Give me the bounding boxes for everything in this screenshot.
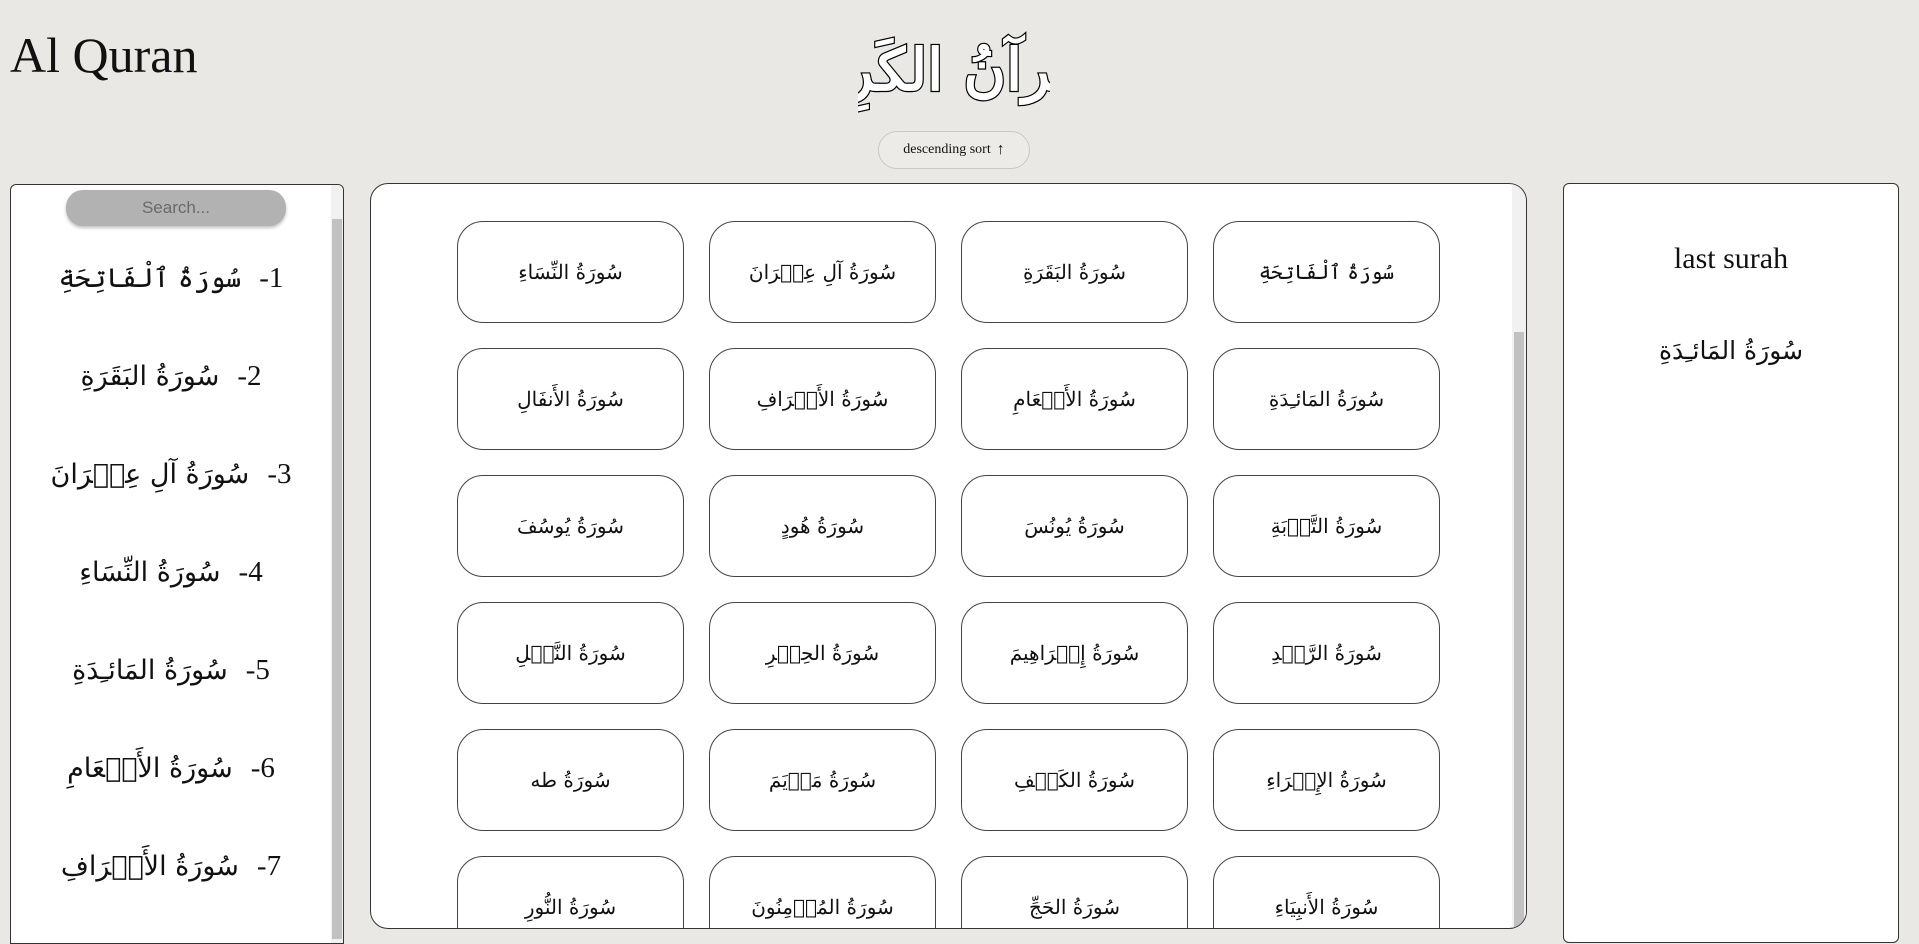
sidebar-surah-number: 3- [267,457,292,490]
surah-card[interactable]: سُورَةُ آلِ عِمۡرَانَ [709,221,936,323]
surah-card[interactable]: سُورَةُ الأَعۡرَافِ [709,348,936,450]
sidebar-scrollbar[interactable] [331,185,343,943]
sidebar-surah-name: سُورَةُ ٱلْفَاتِحَةِ [58,262,242,294]
app-title: Al Quran [10,27,198,83]
surah-card[interactable]: سُورَةُ يُوسُفَ [457,475,684,577]
arrow-up-icon: ↑ [996,141,1005,158]
surah-sidebar: سُورَةُ ٱلْفَاتِحَةِ 1- سُورَةُ البَقَرَةِ… [10,184,344,944]
surah-card[interactable]: سُورَةُ النُّورِ [457,856,684,928]
sidebar-surah-number: 1- [259,261,284,294]
logo-text: القُرآنُ الكَرِيم [858,33,1050,114]
search-input[interactable] [66,190,286,226]
surah-card[interactable]: سُورَةُ البَقَرَةِ [961,221,1188,323]
surah-card[interactable]: سُورَةُ الكَهۡفِ [961,729,1188,831]
surah-card[interactable]: سُورَةُ ٱلْفَاتِحَةِ [1213,221,1440,323]
sidebar-surah-name: سُورَةُ آلِ عِمۡرَانَ [50,458,250,490]
sidebar-scrollbar-thumb[interactable] [332,219,342,939]
sidebar-surah-list: سُورَةُ ٱلْفَاتِحَةِ 1- سُورَةُ البَقَرَةِ… [11,229,331,915]
main-scrollbar[interactable] [1512,184,1526,928]
surah-card[interactable]: سُورَةُ مَرۡيَمَ [709,729,936,831]
surah-grid: سُورَةُ ٱلْفَاتِحَةِ سُورَةُ البَقَرَةِ سُ… [457,221,1440,928]
sort-button[interactable]: descending sort ↑ [878,131,1030,169]
surah-card[interactable]: سُورَةُ الحَجِّ [961,856,1188,928]
surah-card[interactable]: سُورَةُ إِبۡرَاهِيمَ [961,602,1188,704]
sidebar-surah-name: سُورَةُ النِّسَاءِ [79,556,221,588]
quran-calligraphy-logo: القُرآنُ الكَرِيم [858,32,1050,116]
sidebar-surah-item[interactable]: سُورَةُ المَائـِدَةِ 5- [11,621,331,719]
sidebar-surah-number: 4- [238,555,263,588]
surah-card[interactable]: سُورَةُ النَّحۡلِ [457,602,684,704]
sidebar-surah-item[interactable]: سُورَةُ ٱلْفَاتِحَةِ 1- [11,229,331,327]
last-surah-panel: last surah سُورَةُ المَائـِدَةِ [1563,183,1899,943]
sort-button-label: descending sort [903,142,991,157]
sidebar-surah-name: سُورَةُ المَائـِدَةِ [72,654,228,686]
surah-card[interactable]: سُورَةُ طه [457,729,684,831]
last-surah-name[interactable]: سُورَةُ المَائـِدَةِ [1564,336,1898,365]
surah-card[interactable]: سُورَةُ المُؤۡمِنُونَ [709,856,936,928]
surah-card[interactable]: سُورَةُ النِّسَاءِ [457,221,684,323]
surah-card[interactable]: سُورَةُ الأَنبِيَاءِ [1213,856,1440,928]
sidebar-surah-number: 7- [256,849,282,882]
surah-card[interactable]: سُورَةُ الرَّعۡدِ [1213,602,1440,704]
sidebar-surah-name: سُورَةُ الأَعۡرَافِ [60,850,239,882]
sidebar-surah-item[interactable]: سُورَةُ آلِ عِمۡرَانَ 3- [11,425,331,523]
sidebar-surah-name: سُورَةُ البَقَرَةِ [80,360,220,392]
last-surah-label: last surah [1673,242,1789,275]
sidebar-surah-number: 6- [250,751,275,784]
sidebar-surah-item[interactable]: سُورَةُ الأَنۡعَامِ 6- [11,719,331,817]
sidebar-surah-item[interactable]: سُورَةُ النِّسَاءِ 4- [11,523,331,621]
surah-card[interactable]: سُورَةُ الحِجۡرِ [709,602,936,704]
surah-card[interactable]: سُورَةُ الإِسۡرَاءِ [1213,729,1440,831]
surah-card[interactable]: سُورَةُ الأَنۡعَامِ [961,348,1188,450]
sidebar-surah-item[interactable]: سُورَةُ الأَعۡرَافِ 7- [11,817,331,915]
surah-card[interactable]: سُورَةُ المَائـِدَةِ [1213,348,1440,450]
sidebar-surah-item[interactable]: سُورَةُ البَقَرَةِ 2- [11,327,331,425]
surah-card[interactable]: سُورَةُ يُونُسَ [961,475,1188,577]
sidebar-surah-number: 5- [245,653,270,686]
surah-card[interactable]: سُورَةُ الأَنفَالِ [457,348,684,450]
main-scrollbar-thumb[interactable] [1514,332,1524,928]
surah-grid-panel: سُورَةُ ٱلْفَاتِحَةِ سُورَةُ البَقَرَةِ سُ… [370,183,1527,929]
sidebar-surah-number: 2- [237,359,262,392]
sidebar-surah-name: سُورَةُ الأَنۡعَامِ [67,752,233,784]
surah-card[interactable]: سُورَةُ هُودٍ [709,475,936,577]
surah-card[interactable]: سُورَةُ التَّوۡبَةِ [1213,475,1440,577]
